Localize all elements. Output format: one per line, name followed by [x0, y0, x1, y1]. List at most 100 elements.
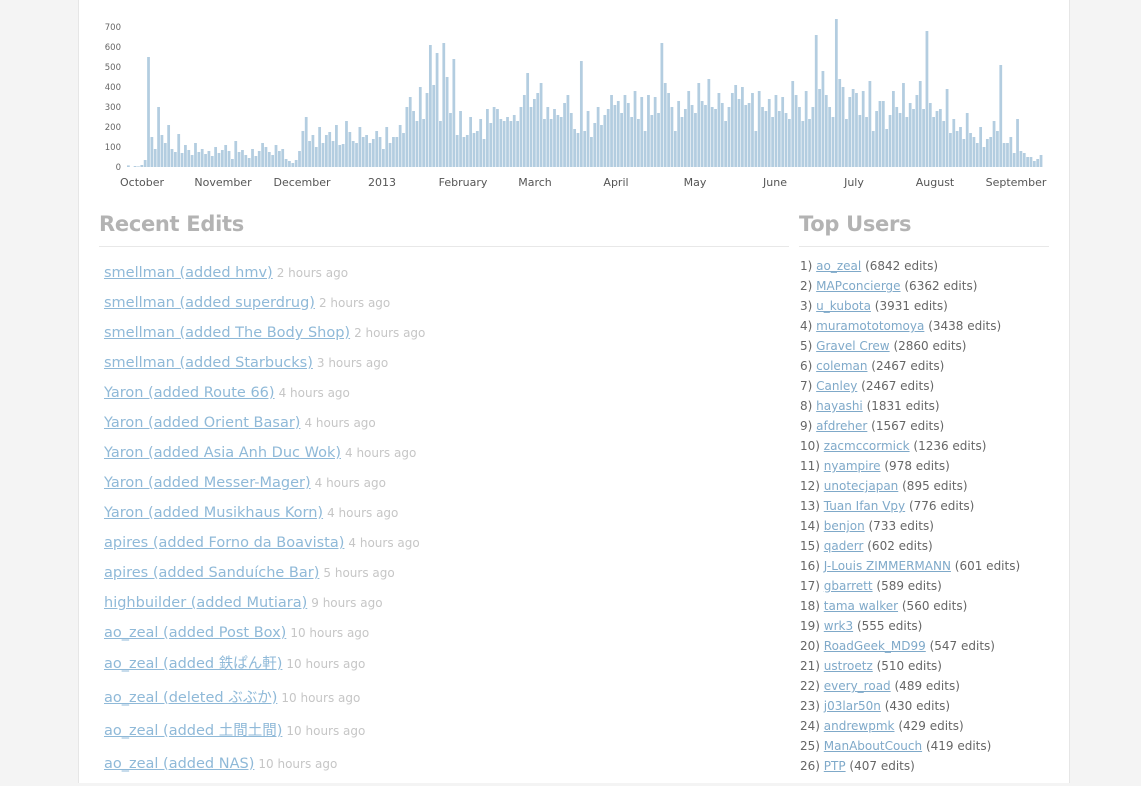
recent-edit-link[interactable]: Yaron (added Route 66): [104, 385, 275, 401]
chart-bar: [654, 97, 657, 167]
chart-bar: [838, 79, 841, 167]
top-user-link[interactable]: coleman: [816, 359, 867, 373]
top-user-link[interactable]: benjon: [824, 519, 865, 533]
recent-edit-link[interactable]: ao_zeal (added 鉄ぱん軒): [104, 656, 282, 672]
chart-bar: [926, 31, 929, 167]
top-user-link[interactable]: unotecjapan: [824, 479, 899, 493]
chart-bar: [181, 153, 184, 167]
top-user-link[interactable]: Canley: [816, 379, 857, 393]
chart-bar: [704, 105, 707, 167]
top-user-link[interactable]: muramototomoya: [816, 319, 924, 333]
recent-edit-link[interactable]: ao_zeal (deleted ぶぶか): [104, 690, 277, 706]
top-user-link[interactable]: Tuan Ifan Vpy: [824, 499, 905, 513]
chart-bar: [221, 150, 224, 167]
top-user-link[interactable]: MAPconcierge: [816, 279, 900, 293]
chart-bar: [1030, 157, 1033, 167]
chart-bar: [382, 149, 385, 167]
chart-bar: [952, 119, 955, 167]
chart-bar: [201, 149, 204, 167]
chart-bar: [674, 131, 677, 167]
chart-bar: [788, 119, 791, 167]
top-user-rank: 8): [800, 399, 812, 413]
chart-bar: [590, 137, 593, 167]
top-user-link[interactable]: u_kubota: [816, 299, 871, 313]
chart-bar: [711, 107, 714, 167]
top-user-link[interactable]: zacmccormick: [824, 439, 910, 453]
recent-edit-item: Yaron (added Orient Basar)4 hours ago: [104, 412, 425, 442]
top-user-edit-count: (6842 edits): [865, 259, 938, 273]
recent-edit-link[interactable]: apires (added Forno da Boavista): [104, 535, 344, 551]
chart-bar: [748, 103, 751, 167]
chart-bar: [778, 111, 781, 167]
edits-chart-svg: 0100200300400500600700OctoberNovemberDec…: [79, 0, 1069, 200]
recent-edit-link[interactable]: smellman (added hmv): [104, 265, 273, 281]
recent-edit-link[interactable]: Yaron (added Asia Anh Duc Wok): [104, 445, 341, 461]
recent-edit-link[interactable]: Yaron (added Orient Basar): [104, 415, 300, 431]
chart-bar: [822, 71, 825, 167]
chart-bar: [892, 91, 895, 167]
y-tick-label: 0: [116, 163, 121, 173]
recent-edit-link[interactable]: ao_zeal (added NAS): [104, 756, 254, 772]
chart-bar: [573, 129, 576, 167]
top-users-title: Top Users: [799, 212, 911, 236]
top-user-edit-count: (2467 edits): [871, 359, 944, 373]
chart-bar: [560, 117, 563, 167]
top-user-link[interactable]: every_road: [824, 679, 891, 693]
top-user-link[interactable]: afdreher: [816, 419, 867, 433]
chart-bar: [916, 95, 919, 167]
chart-bar: [785, 113, 788, 167]
top-user-link[interactable]: J-Louis ZIMMERMANN: [824, 559, 951, 573]
chart-bar: [365, 135, 368, 167]
top-user-link[interactable]: hayashi: [816, 399, 863, 413]
chart-bar: [825, 95, 828, 167]
recent-edit-link[interactable]: smellman (added The Body Shop): [104, 325, 350, 341]
chart-bar: [251, 149, 254, 167]
x-tick-label: December: [273, 176, 331, 189]
top-user-link[interactable]: PTP: [824, 759, 846, 773]
top-user-item: 1) ao_zeal (6842 edits): [800, 259, 1020, 279]
top-user-link[interactable]: nyampire: [824, 459, 881, 473]
chart-bar: [469, 117, 472, 167]
chart-bar: [805, 91, 808, 167]
chart-bar: [486, 109, 489, 167]
chart-bar: [315, 147, 318, 167]
chart-bar: [845, 119, 848, 167]
top-user-link[interactable]: andrewpmk: [824, 719, 895, 733]
recent-edit-link[interactable]: ao_zeal (added 土間土間): [104, 723, 282, 739]
top-user-link[interactable]: qaderr: [824, 539, 864, 553]
chart-bar: [731, 93, 734, 167]
chart-bar: [905, 117, 908, 167]
top-user-link[interactable]: gbarrett: [824, 579, 873, 593]
chart-bar: [614, 105, 617, 167]
y-tick-label: 700: [105, 23, 121, 33]
top-user-edit-count: (555 edits): [857, 619, 922, 633]
top-user-link[interactable]: wrk3: [824, 619, 853, 633]
chart-bar: [875, 111, 878, 167]
chart-bar: [241, 150, 244, 167]
top-user-item: 10) zacmccormick (1236 edits): [800, 439, 1020, 459]
top-user-link[interactable]: tama walker: [824, 599, 898, 613]
recent-edit-link[interactable]: apires (added Sanduíche Bar): [104, 565, 319, 581]
recent-edit-link[interactable]: Yaron (added Musikhaus Korn): [104, 505, 323, 521]
chart-bar: [754, 131, 757, 167]
top-user-rank: 10): [800, 439, 820, 453]
recent-edit-link[interactable]: ao_zeal (added Post Box): [104, 625, 286, 641]
top-user-link[interactable]: ustroetz: [824, 659, 873, 673]
chart-bar: [932, 117, 935, 167]
top-user-link[interactable]: RoadGeek_MD99: [824, 639, 926, 653]
chart-bar: [835, 19, 838, 167]
top-user-link[interactable]: ManAboutCouch: [824, 739, 922, 753]
recent-edit-link[interactable]: smellman (added Starbucks): [104, 355, 313, 371]
chart-bar: [157, 107, 160, 167]
chart-bar: [583, 131, 586, 167]
chart-bar: [409, 97, 412, 167]
chart-bar: [359, 127, 362, 167]
recent-edit-link[interactable]: Yaron (added Messer-Mager): [104, 475, 311, 491]
top-user-item: 19) wrk3 (555 edits): [800, 619, 1020, 639]
chart-bar: [791, 81, 794, 167]
recent-edit-link[interactable]: smellman (added superdrug): [104, 295, 315, 311]
recent-edit-link[interactable]: highbuilder (added Mutiara): [104, 595, 307, 611]
top-user-link[interactable]: Gravel Crew: [816, 339, 889, 353]
top-user-link[interactable]: ao_zeal: [816, 259, 861, 273]
top-user-link[interactable]: j03lar50n: [824, 699, 881, 713]
